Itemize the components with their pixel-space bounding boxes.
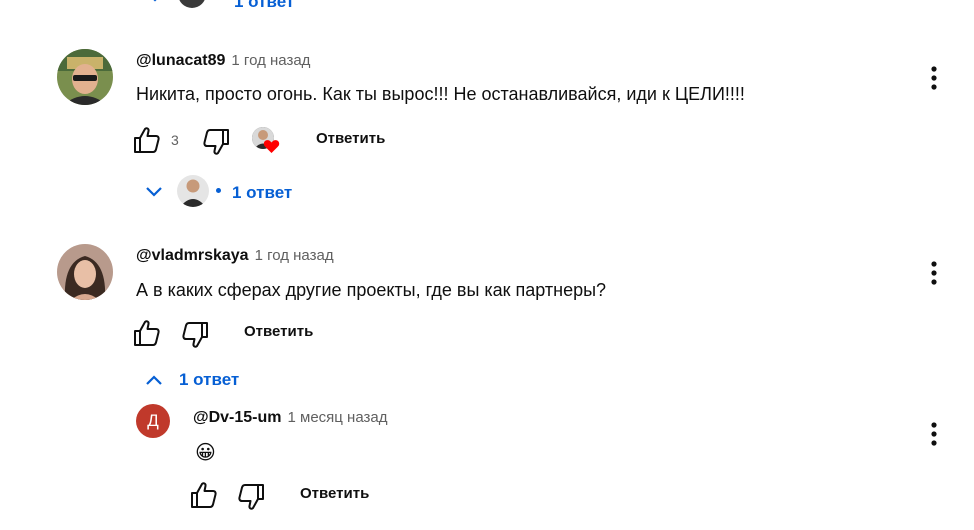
chevron-down-icon bbox=[153, 0, 157, 2]
like-button[interactable] bbox=[132, 126, 162, 154]
comment-menu-button[interactable] bbox=[922, 259, 946, 292]
dislike-button[interactable] bbox=[236, 483, 266, 511]
avatar-vladmrskaya[interactable] bbox=[57, 244, 113, 300]
comment-time[interactable]: 1 год назад bbox=[231, 52, 310, 69]
like-icon bbox=[191, 482, 217, 508]
dislike-icon bbox=[203, 129, 229, 155]
reply-menu-button[interactable] bbox=[922, 420, 946, 453]
comment-time[interactable]: 1 год назад bbox=[255, 247, 334, 264]
reply-header: @Dv-15-um 1 месяц назад bbox=[193, 409, 388, 427]
more-vert-icon bbox=[931, 261, 937, 285]
separator-dot bbox=[216, 188, 221, 193]
avatar-lunacat89[interactable] bbox=[57, 49, 113, 105]
replies-link[interactable]: 1 ответ bbox=[179, 370, 239, 390]
chevron-down-icon bbox=[146, 187, 162, 197]
like-button[interactable] bbox=[132, 319, 162, 347]
avatar-dv-15-um[interactable]: Д bbox=[136, 404, 170, 438]
replies-toggle[interactable] bbox=[144, 185, 164, 199]
heart-icon bbox=[263, 140, 280, 153]
reply-text: 😀 bbox=[195, 442, 216, 464]
comment-menu-button[interactable] bbox=[922, 64, 946, 97]
dislike-icon bbox=[182, 322, 208, 348]
dislike-button[interactable] bbox=[201, 128, 231, 156]
creator-heart bbox=[252, 127, 282, 157]
replies-link[interactable]: 1 ответ bbox=[232, 183, 292, 203]
replies-toggle[interactable] bbox=[144, 373, 164, 387]
reply-button[interactable]: Ответить bbox=[316, 130, 385, 147]
like-icon bbox=[134, 127, 160, 153]
more-vert-icon bbox=[931, 422, 937, 446]
like-icon bbox=[134, 320, 160, 346]
reply-button[interactable]: Ответить bbox=[300, 485, 369, 502]
reply-time[interactable]: 1 месяц назад bbox=[288, 409, 388, 426]
creator-avatar-small bbox=[177, 175, 209, 207]
author-handle[interactable]: @vladmrskaya bbox=[136, 247, 249, 265]
avatar-letter: Д bbox=[147, 411, 159, 430]
creator-avatar-small bbox=[178, 0, 206, 8]
comment-text: А в каких сферах другие проекты, где вы … bbox=[136, 280, 607, 300]
replies-link-top[interactable]: 1 ответ bbox=[234, 0, 294, 12]
dislike-button[interactable] bbox=[180, 321, 210, 349]
reply-button[interactable]: Ответить bbox=[244, 323, 313, 340]
comment-header: @lunacat89 1 год назад bbox=[136, 52, 310, 70]
chevron-up-icon bbox=[146, 375, 162, 385]
author-handle[interactable]: @lunacat89 bbox=[136, 52, 225, 70]
replies-toggle-top[interactable] bbox=[145, 0, 165, 4]
more-vert-icon bbox=[931, 66, 937, 90]
comment-header: @vladmrskaya 1 год назад bbox=[136, 247, 334, 265]
like-count: 3 bbox=[171, 132, 179, 148]
comment-text: Никита, просто огонь. Как ты вырос!!! Не… bbox=[136, 84, 745, 104]
like-button[interactable] bbox=[189, 481, 219, 509]
author-handle[interactable]: @Dv-15-um bbox=[193, 409, 282, 427]
dislike-icon bbox=[238, 484, 264, 510]
